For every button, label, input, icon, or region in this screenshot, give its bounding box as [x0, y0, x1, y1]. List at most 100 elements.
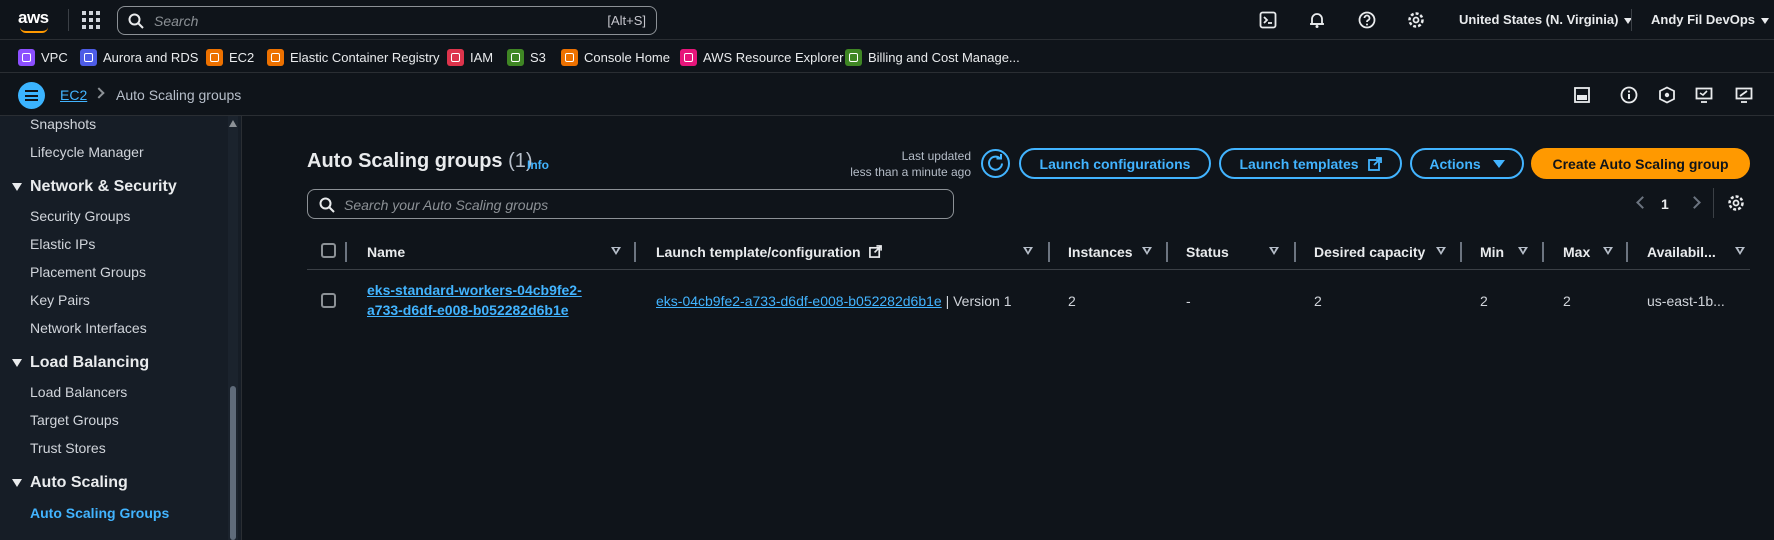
column-header-name[interactable]: Name: [367, 244, 405, 260]
column-header-availability-zones[interactable]: Availabil...: [1647, 244, 1716, 260]
aws-logo[interactable]: aws: [18, 8, 52, 33]
asg-name-link[interactable]: eks-standard-workers-04cb9fe2-a733-d6df-…: [367, 280, 595, 320]
security-shield-icon[interactable]: [1658, 86, 1676, 104]
column-header-max[interactable]: Max: [1563, 244, 1590, 260]
sidebar-item-trust-stores[interactable]: Trust Stores: [30, 440, 106, 456]
side-nav-toggle-button[interactable]: [18, 82, 45, 109]
page-title-text: Auto Scaling groups: [307, 150, 503, 172]
sidebar-item-key-pairs[interactable]: Key Pairs: [30, 292, 90, 308]
sort-icon[interactable]: [1735, 247, 1745, 255]
sidebar-item-network-interfaces[interactable]: Network Interfaces: [30, 320, 147, 336]
column-divider[interactable]: [634, 242, 636, 262]
billing-icon: [845, 48, 862, 66]
column-divider[interactable]: [1048, 242, 1050, 262]
sort-icon[interactable]: [611, 247, 621, 255]
info-link[interactable]: Info: [527, 158, 549, 172]
sidebar-item-target-groups[interactable]: Target Groups: [30, 412, 119, 428]
favorite-billing[interactable]: Billing and Cost Manage...: [845, 48, 1020, 66]
column-divider[interactable]: [1294, 242, 1296, 262]
favorite-resource-explorer[interactable]: AWS Resource Explorer: [680, 48, 843, 66]
sidebar-item-placement-groups[interactable]: Placement Groups: [30, 264, 146, 280]
sidebar-scrollbar-thumb[interactable]: [230, 386, 236, 540]
sort-icon[interactable]: [1603, 247, 1613, 255]
ecr-icon: [267, 48, 284, 66]
previous-page-icon[interactable]: [1636, 196, 1649, 209]
sort-icon[interactable]: [1518, 247, 1528, 255]
split-panel-icon[interactable]: [1573, 86, 1591, 104]
account-menu[interactable]: Andy Fil DevOps: [1651, 12, 1770, 27]
top-navigation: aws Search [Alt+S] United States (N. Vir…: [0, 0, 1774, 40]
current-page-number[interactable]: 1: [1661, 196, 1669, 212]
column-header-desired-capacity[interactable]: Desired capacity: [1314, 244, 1425, 260]
sort-icon[interactable]: [1142, 247, 1152, 255]
caret-down-icon: [12, 359, 22, 367]
column-divider[interactable]: [1166, 242, 1168, 262]
column-divider[interactable]: [1460, 242, 1462, 262]
launch-configurations-button[interactable]: Launch configurations: [1019, 148, 1211, 179]
s3-icon: [507, 48, 524, 66]
column-divider[interactable]: [1626, 242, 1628, 262]
favorite-iam[interactable]: IAM: [447, 48, 493, 66]
cloudshell-icon[interactable]: [1259, 11, 1277, 29]
favorite-console-home[interactable]: Console Home: [561, 48, 670, 66]
favorite-ecr[interactable]: Elastic Container Registry: [267, 48, 440, 66]
sort-icon[interactable]: [1269, 247, 1279, 255]
row-checkbox[interactable]: [321, 293, 336, 308]
vpc-icon: [18, 48, 35, 66]
favorites-bar: VPC Aurora and RDS EC2 Elastic Container…: [0, 40, 1774, 73]
help-icon[interactable]: [1358, 11, 1376, 29]
sort-icon[interactable]: [1023, 247, 1033, 255]
desired-capacity-cell: 2: [1314, 293, 1322, 309]
next-page-icon[interactable]: [1688, 196, 1701, 209]
sidebar-item-lifecycle-manager[interactable]: Lifecycle Manager: [30, 144, 144, 160]
column-header-launch-template[interactable]: Launch template/configuration: [656, 244, 883, 260]
settings-gear-icon[interactable]: [1407, 11, 1425, 29]
table-preferences-gear-icon[interactable]: [1727, 194, 1745, 212]
notifications-bell-icon[interactable]: [1308, 11, 1326, 29]
create-auto-scaling-group-button[interactable]: Create Auto Scaling group: [1531, 148, 1750, 179]
sidebar-item-snapshots[interactable]: Snapshots: [30, 116, 96, 132]
select-all-checkbox[interactable]: [321, 243, 336, 258]
sidebar-item-security-groups[interactable]: Security Groups: [30, 208, 130, 224]
launch-templates-button[interactable]: Launch templates: [1219, 148, 1402, 179]
sidebar-section-auto-scaling[interactable]: Auto Scaling: [12, 474, 128, 492]
actions-dropdown-button[interactable]: Actions: [1410, 148, 1524, 179]
favorite-ec2[interactable]: EC2: [206, 48, 254, 66]
ec2-icon: [206, 48, 223, 66]
aws-logo-text: aws: [18, 8, 49, 27]
display-settings-icon[interactable]: [1735, 86, 1753, 104]
rds-icon: [80, 48, 97, 66]
breadcrumb-ec2-link[interactable]: EC2: [60, 87, 87, 103]
breadcrumb-current: Auto Scaling groups: [116, 87, 242, 103]
sidebar-section-network-security[interactable]: Network & Security: [12, 178, 177, 196]
favorite-aurora-rds[interactable]: Aurora and RDS: [80, 48, 198, 66]
sidebar-item-load-balancers[interactable]: Load Balancers: [30, 384, 127, 400]
region-selector[interactable]: United States (N. Virginia): [1459, 12, 1633, 27]
scroll-up-arrow-icon[interactable]: [229, 120, 237, 127]
column-header-min[interactable]: Min: [1480, 244, 1504, 260]
sidebar-item-auto-scaling-groups[interactable]: Auto Scaling Groups: [30, 505, 169, 521]
launch-template-link[interactable]: eks-04cb9fe2-a733-d6df-e008-b052282d6b1e: [656, 293, 942, 309]
caret-down-icon: [1492, 159, 1505, 168]
column-divider[interactable]: [1542, 242, 1544, 262]
sort-icon[interactable]: [1436, 247, 1446, 255]
external-link-icon: [869, 245, 883, 258]
services-grid-icon[interactable]: [82, 11, 100, 29]
sidebar-navigation: Snapshots Lifecycle Manager Network & Se…: [0, 116, 242, 540]
column-header-instances[interactable]: Instances: [1068, 244, 1133, 260]
favorite-s3[interactable]: S3: [507, 48, 546, 66]
filter-search-input[interactable]: Search your Auto Scaling groups: [307, 189, 954, 219]
favorite-label: Aurora and RDS: [103, 49, 199, 65]
column-header-status[interactable]: Status: [1186, 244, 1229, 260]
last-updated: Last updated less than a minute ago: [850, 148, 971, 180]
sidebar-section-load-balancing[interactable]: Load Balancing: [12, 354, 149, 372]
breadcrumb: EC2 Auto Scaling groups: [0, 74, 1774, 116]
search-icon: [319, 197, 335, 213]
feedback-screen-icon[interactable]: [1695, 86, 1713, 104]
refresh-button[interactable]: [981, 149, 1010, 178]
global-search-input[interactable]: Search [Alt+S]: [117, 6, 657, 35]
last-updated-value: less than a minute ago: [850, 165, 971, 179]
info-panel-icon[interactable]: [1620, 86, 1638, 104]
sidebar-item-elastic-ips[interactable]: Elastic IPs: [30, 236, 95, 252]
favorite-vpc[interactable]: VPC: [18, 48, 68, 66]
